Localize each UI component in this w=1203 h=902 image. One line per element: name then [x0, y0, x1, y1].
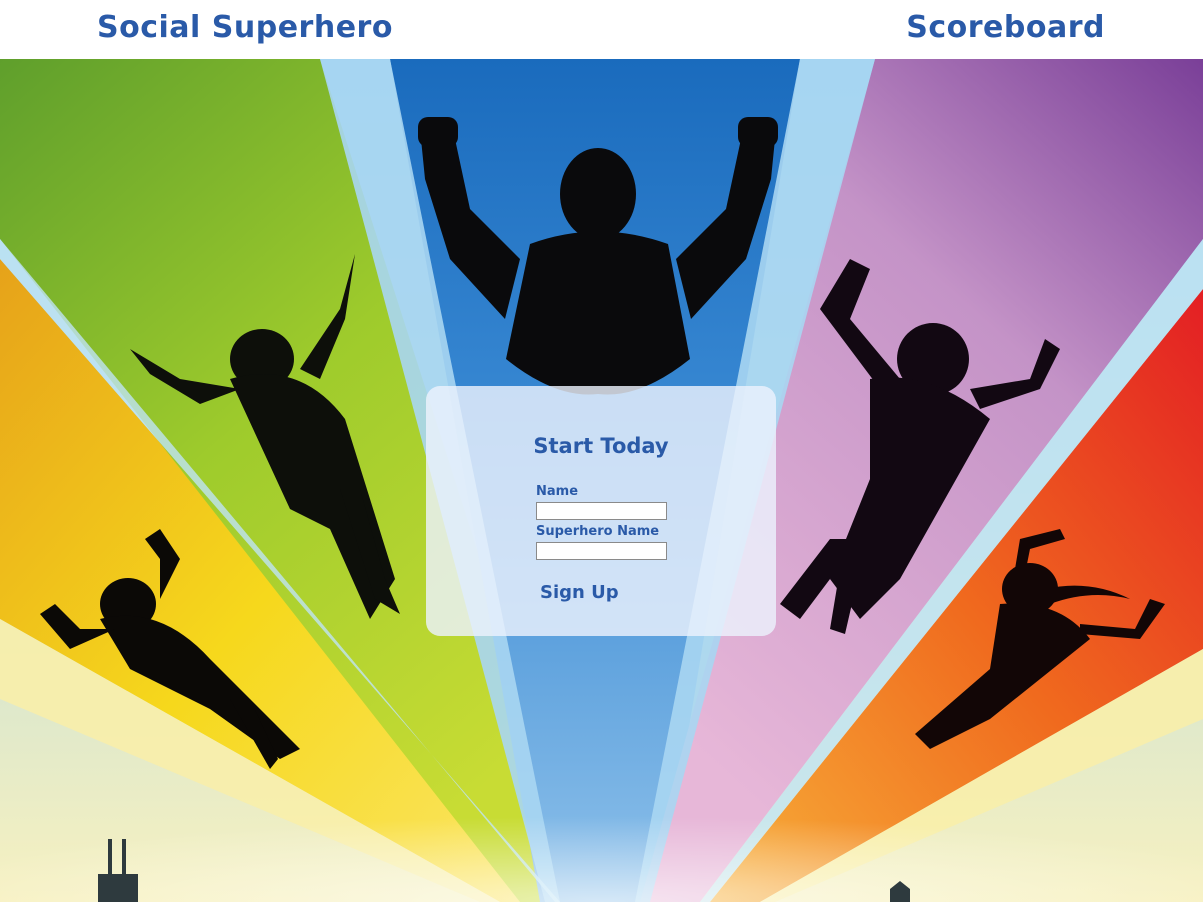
signup-card: Start Today Name Superhero Name Sign Up — [426, 386, 776, 636]
scoreboard-link[interactable]: Scoreboard — [906, 10, 1105, 45]
top-bar: Social Superhero Scoreboard — [0, 0, 1203, 59]
signup-title: Start Today — [533, 434, 669, 458]
site-title: Social Superhero — [97, 10, 393, 45]
name-label: Name — [536, 484, 579, 499]
superhero-name-input[interactable] — [536, 542, 667, 560]
sign-up-button[interactable]: Sign Up — [540, 582, 619, 603]
superhero-name-label: Superhero Name — [536, 524, 660, 539]
name-input[interactable] — [536, 502, 667, 520]
